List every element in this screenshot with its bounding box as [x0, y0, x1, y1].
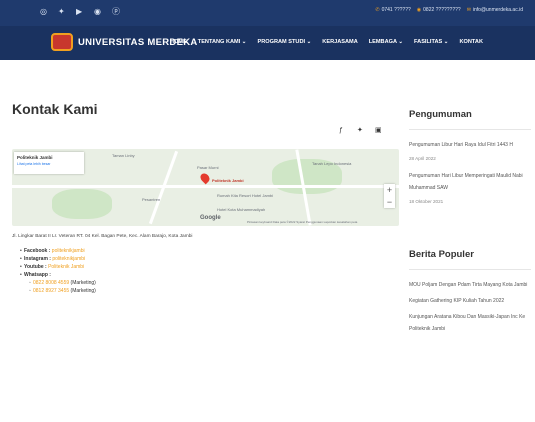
facebook-icon[interactable]: ƒ — [339, 127, 345, 134]
announcement-link[interactable]: Pengumuman Libur Hari Raya Idul Fitri 14… — [409, 139, 531, 151]
map-larger-link[interactable]: Lihat peta lebih besar — [17, 162, 81, 166]
map-zoom-controls: + − — [384, 184, 395, 208]
top-bar: ◎ ✦ ▶ ◉ ⓟ ✆ 0741 ?????? ◉ 0822 ????????? ✉… — [0, 0, 535, 26]
main-navbar: UNIVERSITAS MERDEKA HOME TENTANG KAMI ⌄ … — [0, 26, 535, 60]
whatsapp-icon[interactable]: ◉ — [94, 8, 101, 16]
instagram-icon[interactable]: ◎ — [40, 8, 47, 16]
top-whatsapp: 0822 ????????? — [423, 7, 461, 13]
mail-icon: ✉ — [466, 7, 471, 13]
popular-news-link[interactable]: Kunjungan Aratana Kibou Dan Massiki-Japa… — [409, 311, 531, 335]
nav-fasilitas[interactable]: FASILITAS ⌄ — [414, 39, 448, 45]
whatsapp-icon: ◉ — [416, 7, 422, 13]
popular-news-link[interactable]: Kegiatan Gathering KIP Kuliah Tahun 2022 — [409, 295, 531, 307]
top-contact-info: ✆ 0741 ?????? ◉ 0822 ????????? ✉ info@unmer… — [375, 7, 523, 13]
nav-lembaga[interactable]: LEMBAGA ⌄ — [369, 39, 403, 45]
nav-tentang-kami[interactable]: TENTANG KAMI ⌄ — [198, 39, 247, 45]
list-item: ◦ 0822 8008 4559 (Marketing) — [29, 280, 96, 286]
list-item: ◦ 0812 8927 3455 (Marketing) — [29, 288, 96, 294]
instagram-link[interactable]: politeknikjambi — [52, 256, 85, 262]
zoom-in-button[interactable]: + — [387, 185, 392, 195]
logo-emblem — [51, 33, 73, 51]
announcement-date: 28 April 2022 — [409, 156, 436, 161]
twitter-icon[interactable]: ✦ — [357, 127, 363, 134]
announcement-date: 18 Oktober 2021 — [409, 199, 444, 204]
map-card-title: Politeknik Jambi — [17, 155, 53, 160]
nav-home[interactable]: HOME — [170, 39, 187, 45]
page-title: Kontak Kami — [12, 101, 98, 117]
nav-program-studi[interactable]: PROGRAM STUDI ⌄ — [258, 39, 312, 45]
top-phone: 0741 ?????? — [381, 7, 411, 13]
nav-kerjasama[interactable]: KERJASAMA — [322, 39, 357, 45]
google-logo: Google — [200, 215, 221, 221]
list-item: • Facebook : politeknikjambi — [20, 248, 85, 254]
berita-populer-title: Berita Populer — [409, 249, 474, 260]
divider — [409, 269, 531, 270]
contact-list: • Facebook : politeknikjambi • Instagram :… — [20, 247, 96, 295]
youtube-icon[interactable]: ▶ — [76, 8, 83, 16]
whatsapp-link-1[interactable]: 0822 8008 4559 — [33, 280, 69, 286]
pengumuman-title: Pengumuman — [409, 109, 472, 120]
twitter-icon[interactable]: ✦ — [58, 8, 65, 16]
map-place-card: Politeknik Jambi Lihat peta lebih besar — [14, 152, 84, 174]
pinterest-icon[interactable]: ⓟ — [112, 8, 120, 16]
list-item: • Whatsapp : — [20, 272, 51, 278]
list-item: • Instagram : politeknikjambi — [20, 256, 86, 262]
sidebar: Pengumuman Pengumuman Libur Hari Raya Id… — [409, 95, 531, 422]
map-marker-pin[interactable] — [198, 171, 212, 185]
address-text: Jl. Lingkar Barat II Lr. Veteran RT. 04 … — [12, 234, 193, 239]
list-item: • Youtube : Politeknik Jambi — [20, 264, 85, 270]
map-footer: Pintasan keyboard Data peta ©2022 Syarat… — [247, 220, 358, 224]
top-email[interactable]: info@unmerdeka.ac.id — [473, 7, 523, 13]
google-map[interactable]: Politeknik Jambi Lihat peta lebih besar … — [12, 149, 399, 226]
social-links: ◎ ✦ ▶ ◉ ⓟ — [40, 8, 120, 16]
youtube-link[interactable]: Politeknik Jambi — [48, 264, 84, 270]
share-buttons: ƒ ✦ ▣ — [339, 127, 382, 134]
popular-news-link[interactable]: MOU Poljam Dengan Pdam Tirta Mayang Kota… — [409, 279, 531, 291]
announcement-link[interactable]: Pengumuman Hari Libur Memperingati Mauli… — [409, 170, 531, 194]
facebook-link[interactable]: politeknikjambi — [52, 248, 85, 254]
nav-kontak[interactable]: KONTAK — [459, 39, 483, 45]
whatsapp-link-2[interactable]: 0812 8927 3455 — [33, 288, 69, 294]
phone-icon: ✆ — [375, 7, 380, 13]
main-menu: HOME TENTANG KAMI ⌄ PROGRAM STUDI ⌄ KERJ… — [170, 39, 483, 45]
link-icon[interactable]: ▣ — [375, 127, 382, 134]
divider — [409, 129, 531, 130]
zoom-out-button[interactable]: − — [387, 197, 392, 207]
